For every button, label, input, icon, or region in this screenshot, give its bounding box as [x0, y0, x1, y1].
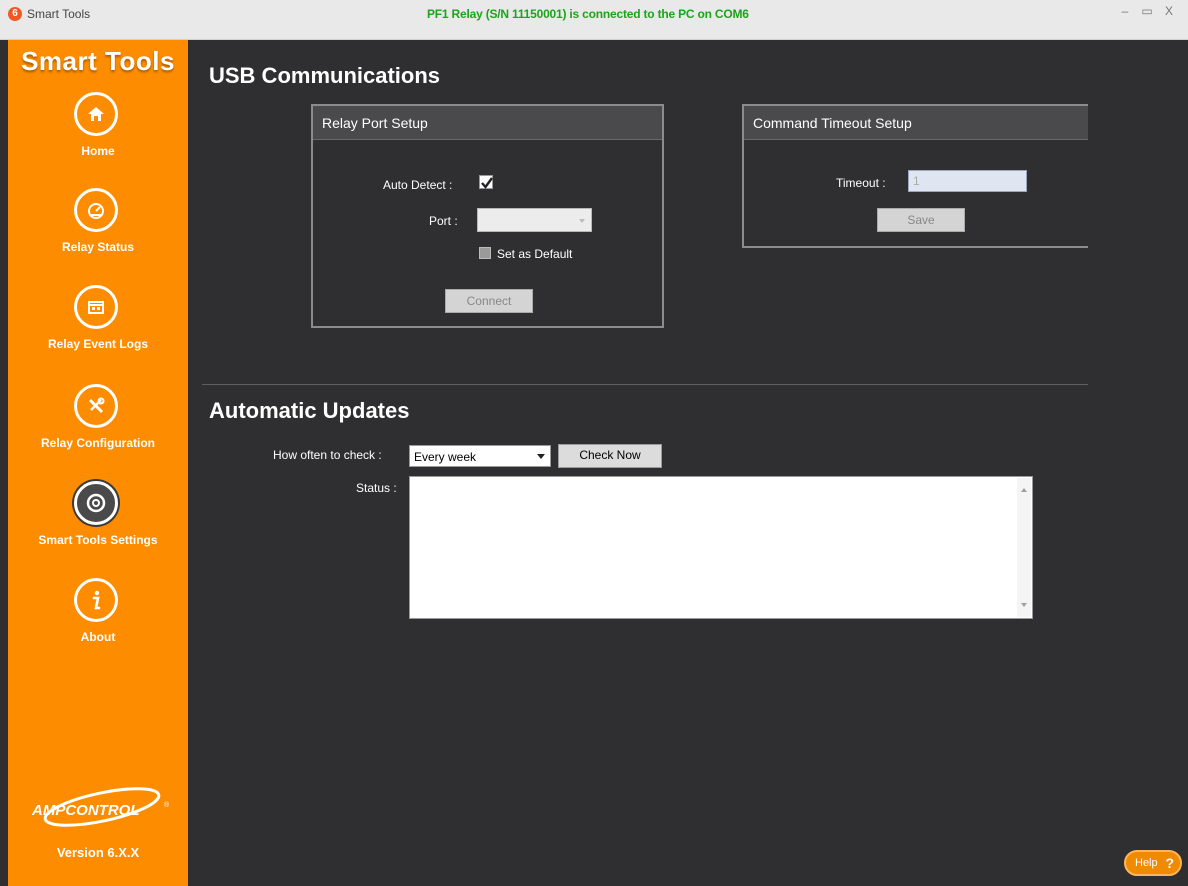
sidebar-item-label: Smart Tools Settings [38, 533, 158, 547]
port-select[interactable] [477, 208, 592, 232]
calendar-icon [74, 285, 118, 329]
connect-button[interactable]: Connect [445, 289, 533, 313]
sidebar-item-home[interactable]: Home [8, 92, 188, 184]
sidebar-item-relay-status[interactable]: Relay Status [8, 188, 188, 280]
scroll-down-arrow-icon[interactable] [1021, 603, 1027, 607]
chevron-down-icon [537, 454, 545, 459]
sidebar-item-label: Relay Status [61, 240, 135, 254]
sidebar-item-smart-tools-settings[interactable]: Smart Tools Settings [8, 481, 188, 573]
timeout-label: Timeout : [836, 176, 886, 190]
usb-communications-heading: USB Communications [209, 63, 441, 88]
connection-status: PF1 Relay (S/N 11150001) is connected to… [427, 7, 749, 21]
command-timeout-setup-panel: Command Timeout Setup Timeout : 1 Save [742, 104, 1088, 248]
svg-text:AMPCONTROL: AMPCONTROL [31, 802, 140, 819]
gauge-icon [74, 188, 118, 232]
sidebar-item-label: Relay Configuration [40, 436, 155, 450]
home-icon [74, 92, 118, 136]
help-button[interactable]: Help ? [1124, 850, 1182, 876]
ampcontrol-logo: AMPCONTROL ® [24, 785, 174, 833]
brand-title: Smart Tools [21, 46, 175, 76]
maximize-button[interactable]: ▭ [1140, 4, 1154, 18]
info-icon [74, 578, 118, 622]
close-button[interactable]: X [1162, 4, 1176, 18]
app-logo-icon: 6 [8, 7, 22, 21]
relay-port-setup-title: Relay Port Setup [313, 106, 662, 140]
section-divider [202, 384, 1088, 385]
timeout-input[interactable]: 1 [908, 170, 1027, 192]
question-mark-icon: ? [1165, 855, 1174, 871]
sidebar-item-label: Home [81, 144, 115, 158]
set-as-default-checkbox[interactable] [479, 247, 491, 259]
frequency-label: How often to check : [273, 448, 382, 462]
automatic-updates-heading: Automatic Updates [209, 398, 410, 423]
check-now-button[interactable]: Check Now [558, 444, 662, 468]
status-label: Status : [356, 481, 397, 495]
version-label: Version 6.X.X [56, 845, 140, 860]
chevron-down-icon [579, 219, 585, 223]
sidebar-item-about[interactable]: About [8, 578, 188, 670]
status-scrollbar[interactable] [1017, 478, 1031, 617]
auto-detect-checkbox[interactable] [479, 175, 493, 189]
port-label: Port : [429, 214, 458, 228]
title-bar: 6 Smart Tools PF1 Relay (S/N 11150001) i… [0, 0, 1188, 40]
auto-detect-label: Auto Detect : [383, 178, 453, 192]
relay-port-setup-panel: Relay Port Setup Auto Detect : Port : Se… [311, 104, 664, 328]
tools-icon [74, 384, 118, 428]
frequency-dropdown[interactable]: Every week [409, 445, 551, 467]
sidebar-item-relay-configuration[interactable]: Relay Configuration [8, 384, 188, 476]
command-timeout-setup-title: Command Timeout Setup [744, 106, 1088, 140]
sidebar-edge [0, 40, 8, 886]
sidebar: Smart Tools Home Relay Status Relay Even… [8, 40, 188, 886]
scroll-up-arrow-icon[interactable] [1021, 488, 1027, 492]
status-textarea[interactable] [409, 476, 1033, 619]
app-title: Smart Tools [27, 7, 91, 21]
settings-icon [74, 481, 118, 525]
help-label: Help [1135, 857, 1158, 869]
minimize-button[interactable]: – [1118, 4, 1132, 18]
sidebar-item-relay-event-logs[interactable]: Relay Event Logs [8, 285, 188, 377]
save-button[interactable]: Save [877, 208, 965, 232]
set-as-default-label: Set as Default [497, 247, 573, 261]
sidebar-item-label: About [80, 630, 116, 644]
sidebar-item-label: Relay Event Logs [47, 337, 149, 351]
svg-text:®: ® [164, 801, 170, 809]
frequency-value: Every week [414, 450, 477, 464]
